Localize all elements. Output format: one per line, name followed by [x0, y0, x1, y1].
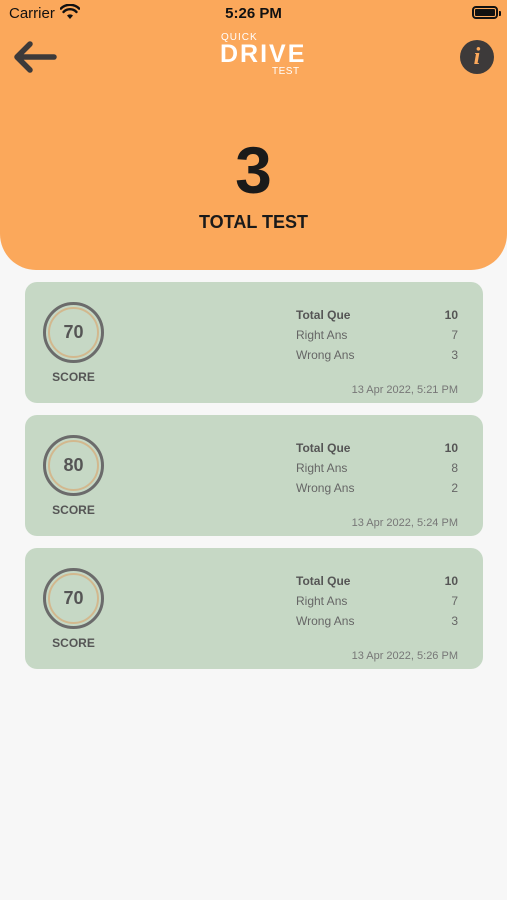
right-ans-label: Right Ans [296, 594, 348, 608]
score-label: SCORE [52, 370, 95, 384]
score-value: 80 [63, 455, 84, 475]
score-label: SCORE [52, 503, 95, 517]
result-date: 13 Apr 2022, 5:26 PM [351, 650, 458, 662]
result-card[interactable]: 70 SCORE Total Que 10 Right Ans 7 Wrong An… [25, 548, 483, 669]
result-stats: Total Que 10 Right Ans 7 Wrong Ans 3 [296, 306, 458, 366]
wrong-ans-label: Wrong Ans [296, 614, 355, 628]
score-value: 70 [63, 588, 84, 608]
back-button[interactable] [10, 38, 60, 76]
total-que-label: Total Que [296, 574, 351, 588]
wrong-ans-value: 3 [451, 614, 458, 628]
app-logo: QUICK DRIVE TEST [215, 32, 305, 80]
result-stats: Total Que 10 Right Ans 7 Wrong Ans 3 [296, 572, 458, 632]
total-que-label: Total Que [296, 308, 351, 322]
logo-drive: DRIVE [220, 40, 307, 68]
status-bar: Carrier 5:26 PM [0, 0, 507, 28]
score-ring: 70 [43, 302, 104, 363]
result-date: 13 Apr 2022, 5:24 PM [351, 517, 458, 529]
right-ans-value: 7 [451, 594, 458, 608]
header-panel: Carrier 5:26 PM QUICK DRIVE TEST i 3 TOT… [0, 0, 507, 270]
right-ans-value: 7 [451, 328, 458, 342]
total-que-value: 10 [444, 574, 458, 588]
right-ans-value: 8 [451, 461, 458, 475]
right-ans-label: Right Ans [296, 328, 348, 342]
score-ring: 80 [43, 435, 104, 496]
right-ans-label: Right Ans [296, 461, 348, 475]
result-date: 13 Apr 2022, 5:21 PM [351, 384, 458, 396]
wrong-ans-label: Wrong Ans [296, 481, 355, 495]
battery-icon [472, 6, 501, 19]
status-time: 5:26 PM [225, 5, 282, 22]
wrong-ans-value: 3 [451, 348, 458, 362]
total-que-label: Total Que [296, 441, 351, 455]
score-value: 70 [63, 322, 84, 342]
score-label: SCORE [52, 636, 95, 650]
score-ring: 70 [43, 568, 104, 629]
results-list: 70 SCORE Total Que 10 Right Ans 7 Wrong An… [25, 282, 483, 681]
back-arrow-icon [14, 41, 57, 73]
info-icon: i [473, 44, 481, 70]
total-que-value: 10 [444, 308, 458, 322]
total-test-label: TOTAL TEST [198, 212, 308, 232]
result-card[interactable]: 80 SCORE Total Que 10 Right Ans 8 Wrong An… [25, 415, 483, 536]
total-que-value: 10 [444, 441, 458, 455]
wrong-ans-value: 2 [451, 481, 458, 495]
wrong-ans-label: Wrong Ans [296, 348, 355, 362]
info-button[interactable]: i [460, 40, 494, 74]
result-card[interactable]: 70 SCORE Total Que 10 Right Ans 7 Wrong An… [25, 282, 483, 403]
result-stats: Total Que 10 Right Ans 8 Wrong Ans 2 [296, 439, 458, 499]
total-test-count: 3 [235, 133, 272, 207]
logo-test: TEST [272, 66, 300, 77]
